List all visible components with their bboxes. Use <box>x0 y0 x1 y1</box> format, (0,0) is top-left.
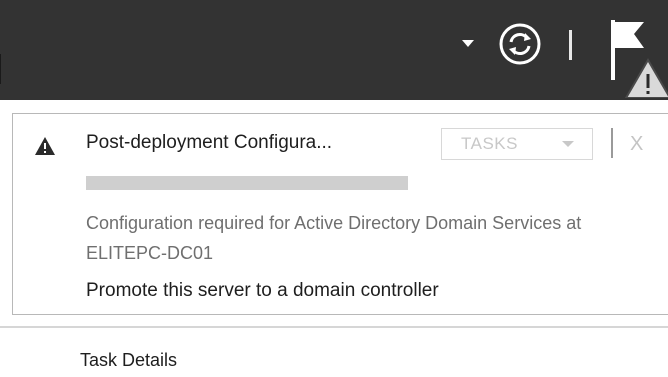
refresh-icon[interactable] <box>498 22 542 66</box>
progress-bar <box>86 176 408 190</box>
tasks-label: TASKS <box>461 134 518 153</box>
notification-description: Configuration required for Active Direct… <box>86 213 582 263</box>
top-bar <box>0 0 668 100</box>
caret-down-icon <box>562 141 574 147</box>
notification-title: Post-deployment Configura... <box>86 132 333 153</box>
notification-divider <box>611 128 613 158</box>
left-edge-glyph <box>0 54 13 84</box>
section-divider <box>0 326 668 328</box>
flag-warning-icon[interactable] <box>606 18 668 99</box>
warning-icon <box>34 136 56 156</box>
promote-server-link[interactable]: Promote this server to a domain controll… <box>86 280 439 302</box>
task-details-link[interactable]: Task Details <box>80 350 177 371</box>
close-icon[interactable]: X <box>630 132 643 156</box>
header-divider <box>569 30 572 60</box>
progress-bar-fill <box>86 176 408 190</box>
chevron-down-icon[interactable] <box>462 40 474 47</box>
tasks-dropdown-button[interactable]: TASKS <box>441 128 593 160</box>
